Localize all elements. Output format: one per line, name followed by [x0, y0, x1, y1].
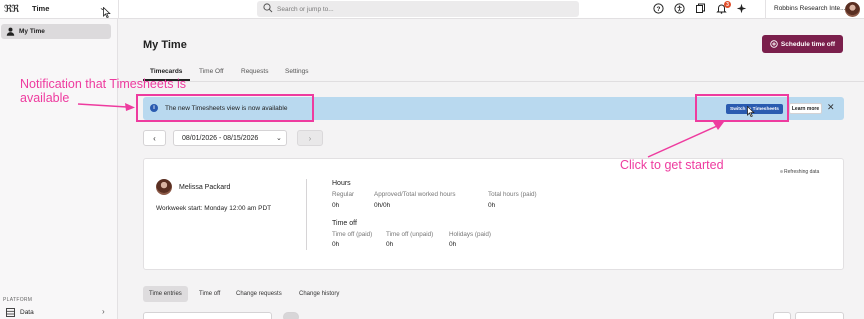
search-input[interactable]: [277, 1, 567, 17]
toggle-switch[interactable]: [283, 312, 299, 319]
stat-label: Total hours (paid): [488, 191, 537, 198]
tab-time-entries[interactable]: Time entries: [143, 286, 188, 302]
notification-badge: 3: [724, 1, 731, 8]
loading-icon: [780, 170, 783, 173]
tab-requests[interactable]: Requests: [241, 68, 268, 75]
date-range-value: 08/01/2026 - 08/15/2026: [182, 135, 259, 142]
tab-time-off[interactable]: Time Off: [199, 68, 224, 75]
documents-icon[interactable]: [695, 3, 706, 14]
next-period-button[interactable]: ›: [297, 130, 323, 146]
stat-label: Time off (paid): [332, 231, 373, 238]
sidebar-item-label: Data: [20, 309, 34, 316]
stat-value: 0h: [488, 202, 496, 209]
arrowhead: [713, 122, 724, 130]
tab-time-off-entries[interactable]: Time off: [193, 286, 226, 302]
learn-more-button[interactable]: Learn more: [789, 103, 822, 114]
person-icon: [6, 27, 15, 36]
org-name[interactable]: Robbins Research Inte...: [774, 5, 846, 12]
tabs-divider: [119, 81, 864, 82]
settings-button[interactable]: [773, 312, 791, 319]
rippling-logo[interactable]: ℜℜ: [4, 4, 19, 15]
tab-change-requests[interactable]: Change requests: [230, 286, 288, 302]
svg-text:?: ?: [657, 6, 661, 13]
divider: [306, 179, 307, 250]
stat-label: Time off (unpaid): [386, 231, 434, 238]
annotation-click-note: Click to get started: [620, 158, 724, 172]
employee-name: Melissa Packard: [179, 184, 231, 191]
divider: [118, 0, 119, 19]
close-icon[interactable]: ✕: [827, 102, 835, 113]
page-title: My Time: [143, 39, 187, 51]
divider: [765, 0, 766, 19]
chevron-down-icon: ⌄: [276, 135, 282, 142]
filter-dropdown[interactable]: [143, 312, 272, 319]
stat-value: 0h: [332, 241, 340, 248]
help-icon[interactable]: ?: [653, 3, 664, 14]
mouse-cursor-icon: [103, 7, 111, 18]
timecard-summary-card: Melissa Packard Workweek start: Monday 1…: [143, 158, 844, 270]
annotation-box-banner: [136, 94, 314, 122]
sidebar-item-label: My Time: [19, 28, 45, 35]
tab-settings[interactable]: Settings: [285, 68, 309, 75]
tab-timecards[interactable]: Timecards: [150, 68, 182, 75]
sidebar-item-data[interactable]: Data ›: [4, 307, 110, 318]
accessibility-icon[interactable]: [674, 3, 685, 14]
chevron-right-icon: ›: [102, 307, 105, 316]
stat-value: 0h: [332, 202, 340, 209]
schedule-time-off-button[interactable]: Schedule time off: [762, 35, 843, 53]
avatar: [156, 179, 172, 195]
workweek-start: Workweek start: Monday 12:00 am PDT: [156, 205, 272, 212]
sidebar-section-label: PLATFORM: [3, 297, 33, 303]
hours-title: Hours: [332, 180, 351, 187]
action-button[interactable]: [795, 312, 844, 319]
stat-label: Holidays (paid): [449, 231, 491, 238]
sparkle-icon[interactable]: [736, 3, 747, 14]
sidebar: My Time PLATFORM Data ›: [0, 19, 118, 319]
stat-label: Regular: [332, 191, 355, 198]
stat-value: 0h: [449, 241, 457, 248]
tab-change-history[interactable]: Change history: [293, 286, 345, 302]
table-icon: [6, 308, 15, 317]
stat-label: Approved/Total worked hours: [374, 191, 456, 198]
stat-value: 0h/0h: [374, 202, 391, 209]
sidebar-item-my-time[interactable]: My Time: [1, 24, 111, 39]
date-range-select[interactable]: 08/01/2026 - 08/15/2026 ⌄: [173, 130, 287, 146]
schedule-button-label: Schedule time off: [780, 40, 836, 48]
annotation-box-switch: [695, 94, 789, 122]
previous-period-button[interactable]: ‹: [143, 130, 166, 146]
top-bar: ℜℜ Time ⌄ ? 3 Robbins Research Inte...: [0, 0, 864, 19]
arrow-to-switch: [647, 125, 718, 158]
stat-value: 0h: [386, 241, 394, 248]
search-bar[interactable]: [257, 1, 579, 17]
plus-circle-icon: [770, 40, 778, 48]
refresh-status: Refreshing data: [784, 169, 820, 175]
user-avatar[interactable]: [845, 2, 860, 17]
search-icon: [263, 3, 273, 13]
time-off-title: Time off: [332, 220, 357, 227]
app-name[interactable]: Time: [32, 4, 49, 13]
